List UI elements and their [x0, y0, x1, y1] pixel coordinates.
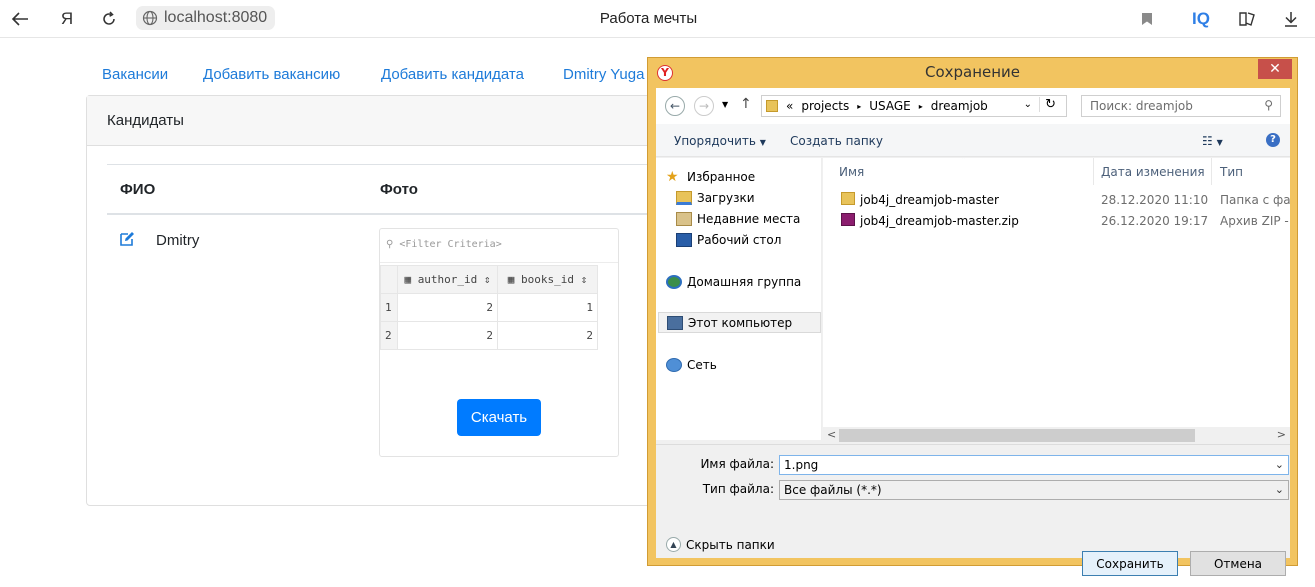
- card-header: Кандидаты: [87, 96, 685, 146]
- breadcrumb[interactable]: « projects ▸ USAGE ▸ dreamjob ⌄ ↻: [761, 95, 1067, 117]
- dialog-body: ← → ▼ ↑ « projects ▸ USAGE ▸ dreamjob ⌄ ↻ …: [656, 88, 1290, 576]
- downloads-folder-icon: [676, 190, 692, 205]
- candidates-card: Кандидаты ФИО Фото Dmitry ⚲ <Filter Crit…: [86, 95, 687, 506]
- back-icon[interactable]: ←: [665, 96, 685, 116]
- filetype-select[interactable]: Все файлы (*.*) ⌄: [779, 480, 1289, 500]
- table-header-divider: [107, 213, 687, 215]
- nav-item-downloads[interactable]: Загрузки: [676, 187, 842, 208]
- table-row: 2 2 2: [380, 321, 598, 350]
- navigation-pane: ★ Избранное Загрузки Недавние места Рабо…: [656, 158, 822, 440]
- save-button[interactable]: Сохранить: [1082, 551, 1178, 576]
- scroll-left-icon[interactable]: <: [827, 428, 836, 441]
- filename-label: Имя файла:: [700, 457, 774, 471]
- address-toolbar: ← → ▼ ↑ « projects ▸ USAGE ▸ dreamjob ⌄ ↻ …: [656, 88, 1290, 124]
- file-row[interactable]: job4j_dreamjob-master.zip 26.12.2020 19:…: [823, 210, 1290, 231]
- breadcrumb-item[interactable]: dreamjob: [931, 99, 988, 113]
- candidate-photo: ⚲ <Filter Criteria> ▦ author_id ⇕ ▦ book…: [379, 228, 619, 457]
- computer-icon: [667, 315, 683, 330]
- breadcrumb-item[interactable]: USAGE: [869, 99, 911, 113]
- nav-item-favorites[interactable]: ★ Избранное: [666, 166, 832, 187]
- homegroup-icon: [666, 274, 682, 289]
- nav-link-add-vacancy[interactable]: Добавить вакансию: [203, 66, 340, 83]
- table-header-cell: ▦ books_id ⇕: [497, 265, 598, 294]
- file-row[interactable]: job4j_dreamjob-master 28.12.2020 11:10 П…: [823, 189, 1290, 210]
- edit-icon[interactable]: [119, 231, 135, 247]
- filter-criteria-field: ⚲ <Filter Criteria>: [380, 229, 618, 263]
- file-list: ⌃ Имя Дата изменения Тип job4j_dreamjob-…: [823, 158, 1290, 440]
- filetype-label: Тип файла:: [702, 482, 774, 496]
- recent-dropdown-icon[interactable]: ▼: [722, 100, 728, 109]
- up-arrow-icon[interactable]: ↑: [740, 96, 752, 112]
- chevron-down-icon[interactable]: ⌄: [1275, 483, 1284, 496]
- folder-icon: [766, 100, 778, 112]
- nav-item-computer[interactable]: Этот компьютер: [658, 312, 821, 333]
- page-title: Работа мечты: [599, 10, 698, 27]
- scroll-thumb[interactable]: [839, 429, 1195, 442]
- recent-places-icon: [676, 211, 692, 226]
- zip-archive-icon: [841, 213, 855, 226]
- nav-item-homegroup[interactable]: Домашняя группа: [666, 271, 832, 292]
- nav-link-add-candidate[interactable]: Добавить кандидата: [381, 66, 524, 83]
- browser-toolbar: Я localhost:8080 Работа мечты IQ: [0, 0, 1315, 38]
- download-icon[interactable]: [1279, 7, 1303, 31]
- forward-icon[interactable]: →: [694, 96, 714, 116]
- column-header-name[interactable]: Имя: [839, 165, 864, 179]
- cancel-button[interactable]: Отмена: [1190, 551, 1286, 576]
- chevron-up-icon: ▲: [666, 537, 681, 552]
- refresh-icon[interactable]: ↻: [1039, 97, 1056, 112]
- download-button[interactable]: Скачать: [457, 399, 541, 436]
- nav-link-vacancies[interactable]: Вакансии: [102, 66, 168, 83]
- star-icon: ★: [666, 168, 679, 185]
- nav-link-user[interactable]: Dmitry Yuga: [563, 66, 644, 83]
- table-row: 1 2 1: [380, 293, 598, 322]
- command-toolbar: Упорядочить ▼ Создать папку ☷ ▼ ?: [656, 124, 1290, 157]
- chevron-down-icon[interactable]: ⌄: [1275, 458, 1284, 471]
- view-options-icon[interactable]: ☷ ▼: [1202, 134, 1223, 148]
- chevron-down-icon[interactable]: ⌄: [1024, 99, 1032, 110]
- hide-folders-button[interactable]: ▲ Скрыть папки: [666, 537, 775, 552]
- column-header-type[interactable]: Тип: [1220, 165, 1243, 179]
- dialog-title: Сохранение: [924, 63, 1021, 81]
- folder-icon: [841, 192, 855, 205]
- nav-item-network[interactable]: Сеть: [666, 354, 832, 375]
- iq-icon[interactable]: IQ: [1192, 9, 1210, 29]
- new-folder-button[interactable]: Создать папку: [790, 134, 883, 148]
- search-icon: ⚲: [1264, 98, 1273, 112]
- breadcrumb-item[interactable]: projects: [801, 99, 849, 113]
- collections-icon[interactable]: [1235, 7, 1259, 31]
- photo-data-table: ▦ author_id ⇕ ▦ books_id ⇕ 1 2 1 2 2 2: [380, 265, 598, 350]
- sort-arrow-icon: ⌃: [960, 158, 967, 164]
- nav-item-recent[interactable]: Недавние места: [676, 208, 842, 229]
- magnifier-icon: ⚲: [386, 239, 394, 250]
- close-button[interactable]: ✕: [1258, 59, 1292, 79]
- column-header-photo: Фото: [380, 181, 418, 198]
- scroll-right-icon[interactable]: >: [1277, 428, 1286, 441]
- table-divider: [107, 164, 687, 165]
- filter-placeholder: <Filter Criteria>: [399, 239, 502, 250]
- column-icon: ▦: [507, 273, 515, 286]
- filename-input[interactable]: 1.png ⌄: [779, 455, 1289, 475]
- column-icon: ▦: [404, 273, 412, 286]
- help-icon[interactable]: ?: [1266, 133, 1280, 147]
- horizontal-scrollbar[interactable]: < >: [823, 427, 1290, 444]
- save-options: Имя файла: 1.png ⌄ Тип файла: Все файлы …: [656, 444, 1290, 558]
- table-header-cell: ▦ author_id ⇕: [397, 265, 498, 294]
- network-icon: [666, 357, 682, 372]
- desktop-icon: [676, 232, 692, 247]
- table-row: ▦ author_id ⇕ ▦ books_id ⇕: [380, 265, 598, 294]
- bookmark-icon[interactable]: [1135, 7, 1159, 31]
- column-header-date[interactable]: Дата изменения: [1101, 165, 1205, 179]
- nav-item-desktop[interactable]: Рабочий стол: [676, 229, 842, 250]
- search-input[interactable]: Поиск: dreamjob ⚲: [1081, 95, 1281, 117]
- organize-button[interactable]: Упорядочить ▼: [674, 134, 766, 148]
- column-header-name: ФИО: [120, 181, 156, 198]
- save-dialog: Y Сохранение ✕ ← → ▼ ↑ « projects ▸ USAGE…: [647, 57, 1298, 576]
- candidate-name[interactable]: Dmitry: [156, 232, 199, 249]
